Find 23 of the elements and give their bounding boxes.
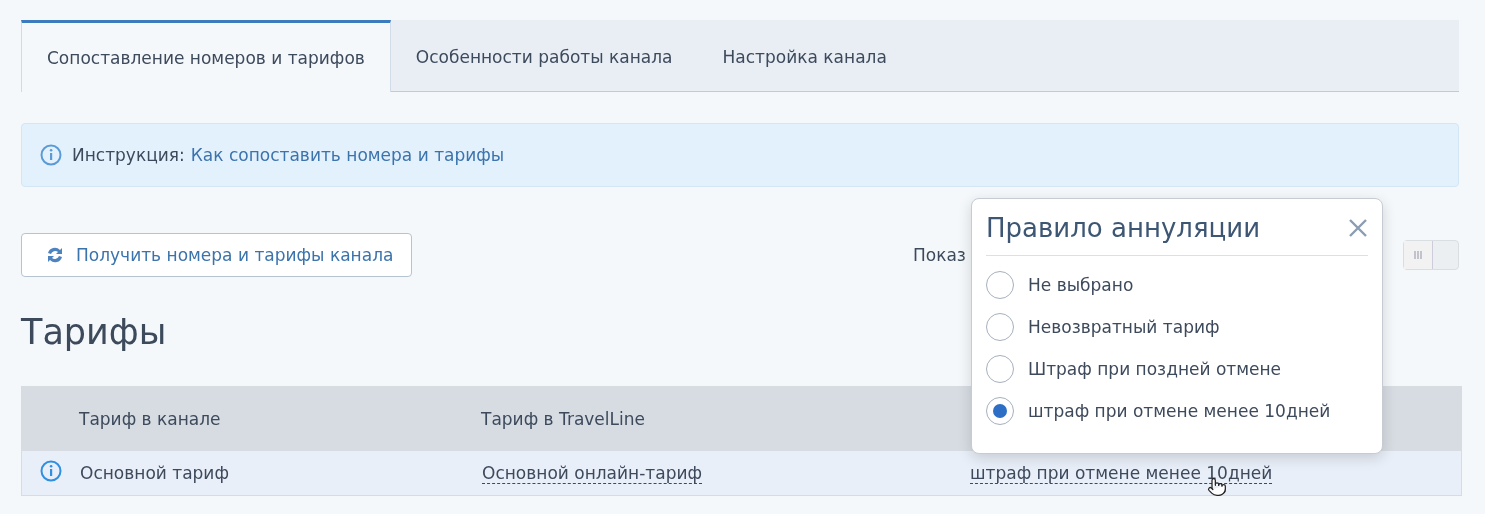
radio-option[interactable]: Штраф при поздней отмене (986, 348, 1368, 390)
radio-option[interactable]: штраф при отмене менее 10дней (986, 390, 1368, 432)
section-title: Тарифы (21, 312, 167, 352)
radio-option[interactable]: Не выбрано (986, 264, 1368, 306)
instruction-link[interactable]: Как сопоставить номера и тарифы (190, 145, 505, 165)
info-icon (40, 144, 62, 166)
close-icon[interactable] (1348, 218, 1368, 238)
grip-icon (1413, 250, 1423, 260)
table-cell: Основной тариф (80, 463, 229, 483)
radio-option[interactable]: Невозвратный тариф (986, 306, 1368, 348)
info-icon (40, 460, 62, 482)
cancellation-link[interactable]: штраф при отмене менее 10дней (970, 462, 1273, 484)
column-header: Тариф в канале (79, 408, 221, 429)
popup-title: Правило аннуляции (986, 213, 1261, 243)
tab[interactable]: Настройка канала (697, 20, 912, 91)
tab[interactable]: Сопоставление номеров и тарифов (21, 20, 391, 92)
tab[interactable]: Особенности работы канала (390, 20, 698, 91)
toggle-switch[interactable] (1403, 240, 1459, 270)
column-header: Тариф в TravelLine (481, 408, 645, 429)
toggle-label: Показ (913, 245, 966, 265)
rate-link[interactable]: Основной онлайн-тариф (482, 462, 703, 484)
fetch-button[interactable]: Получить номера и тарифы канала (21, 233, 413, 277)
notice-label: Инструкция: Как сопоставить номера и тарифы (72, 145, 505, 165)
